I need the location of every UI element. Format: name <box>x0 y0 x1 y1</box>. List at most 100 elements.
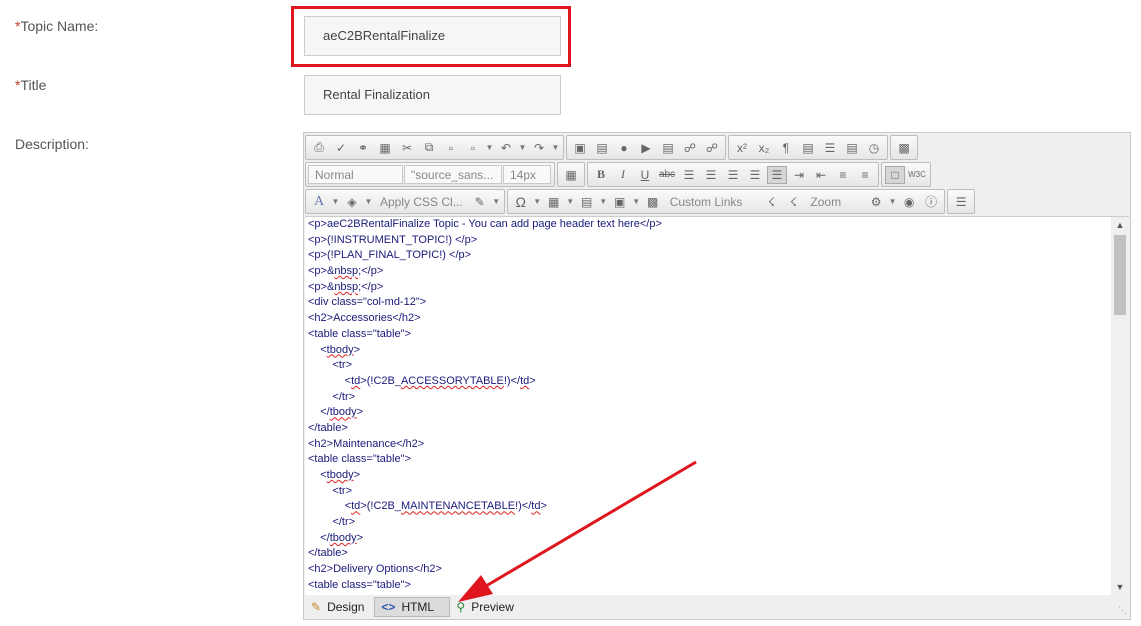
paste-dropdown-icon[interactable]: ▼ <box>485 139 494 157</box>
tab-preview[interactable]: ⚲ Preview <box>450 597 523 617</box>
insert-list-dropdown-icon[interactable]: ▼ <box>599 193 608 211</box>
html-code-area[interactable]: <p>aeC2BRentalFinalize Topic - You can a… <box>305 216 1111 595</box>
about-icon[interactable]: ⓘ <box>921 193 941 211</box>
outdent-icon[interactable]: ⇤ <box>811 166 831 184</box>
redo-dropdown-icon[interactable]: ▼ <box>551 139 560 157</box>
editor-mode-tabs: ✎ Design <> HTML ⚲ Preview <box>305 596 1129 618</box>
scroll-down-icon[interactable]: ▼ <box>1111 579 1129 595</box>
resize-grip-icon[interactable]: ⋱ <box>1118 605 1127 616</box>
image-map-icon[interactable]: ▤ <box>592 139 612 157</box>
document-icon[interactable]: ▤ <box>658 139 678 157</box>
toolbar-row-1: ⎙ ✓ ⚭ ▦ ✂ ⧉ ▫ ▫ ▼ ↶ ▼ ↷ ▼ ▣ ▤ ● ▶ ▤ ☍ ☍ … <box>305 135 920 160</box>
toolbar-group-style: B I U abc ☰ ☰ ☰ ☰ ☰ ⇥ ⇤ ≡ ≡ <box>587 162 879 187</box>
media-icon[interactable]: ▶ <box>636 139 656 157</box>
custom-links-select[interactable]: Custom Links <box>664 195 761 209</box>
subscript-icon[interactable]: x₂ <box>754 139 774 157</box>
redo-icon[interactable]: ↷ <box>529 139 549 157</box>
insert-snippet-dropdown-icon[interactable]: ▼ <box>632 193 641 211</box>
spell-options-icon[interactable]: ◉ <box>899 193 919 211</box>
module-manager-dropdown-icon[interactable]: ▼ <box>888 193 897 211</box>
w3c-validator-icon[interactable]: W3C <box>907 166 927 184</box>
bold-icon[interactable]: B <box>591 166 611 184</box>
unlink-icon[interactable]: ☍ <box>702 139 722 157</box>
code-line: </tr> <box>308 516 356 529</box>
bullet-list-icon[interactable]: ≡ <box>855 166 875 184</box>
toggle-border-icon[interactable]: □ <box>885 165 905 184</box>
cut-icon[interactable]: ✂ <box>397 139 417 157</box>
undo-icon[interactable]: ↶ <box>496 139 516 157</box>
horizontal-rule-icon[interactable]: ☰ <box>820 139 840 157</box>
background-color-icon[interactable]: ◈ <box>342 193 362 211</box>
format-stripper-icon[interactable]: ▩ <box>894 139 914 157</box>
font-color-icon[interactable]: A <box>309 193 329 211</box>
toolbar-group-database: ☰ <box>947 189 976 214</box>
scroll-up-icon[interactable]: ▲ <box>1111 217 1129 233</box>
highlight-box <box>291 6 571 67</box>
superscript-icon[interactable]: x² <box>732 139 752 157</box>
align-none-icon[interactable]: ☰ <box>767 165 787 184</box>
flash-icon[interactable]: ● <box>614 139 634 157</box>
font-family-select[interactable]: "source_sans... <box>404 165 502 184</box>
numbered-list-icon[interactable]: ≡ <box>833 166 853 184</box>
strikethrough-icon[interactable]: abc <box>657 166 677 184</box>
copy-icon[interactable]: ⧉ <box>419 139 439 157</box>
font-size-select[interactable]: 14px <box>503 165 551 184</box>
vertical-scrollbar[interactable]: ▲ ▼ <box>1111 216 1129 595</box>
underline-icon[interactable]: U <box>635 166 655 184</box>
align-left-icon[interactable]: ☰ <box>679 166 699 184</box>
font-color-dropdown-icon[interactable]: ▼ <box>331 193 340 211</box>
code-line: <table class="table"> <box>308 327 411 340</box>
apply-css-class-select[interactable]: Apply CSS Cl... <box>374 195 469 209</box>
convert-lower-icon[interactable]: ☇ <box>761 193 781 211</box>
toolbar-group-media: ▣ ▤ ● ▶ ▤ ☍ ☍ <box>566 135 726 160</box>
insert-snippet-icon[interactable]: ▣ <box>610 193 630 211</box>
select-all-icon[interactable]: ▦ <box>375 139 395 157</box>
format-painter-icon[interactable]: ✎ <box>470 193 490 211</box>
justify-icon[interactable]: ☰ <box>745 166 765 184</box>
code-line: </table> <box>308 547 348 560</box>
tab-html-label: HTML <box>401 600 435 614</box>
print-icon[interactable]: ⎙ <box>309 139 329 157</box>
database-icon[interactable]: ☰ <box>951 193 971 211</box>
insert-table-dropdown-icon[interactable]: ▼ <box>566 193 575 211</box>
paragraph-format-select[interactable]: Normal <box>308 165 403 184</box>
magnifier-icon: ⚲ <box>456 600 466 614</box>
insert-table-icon[interactable]: ▦ <box>544 193 564 211</box>
paste-icon[interactable]: ▫ <box>441 139 461 157</box>
module-manager-icon[interactable]: ⚙ <box>866 193 886 211</box>
background-color-dropdown-icon[interactable]: ▼ <box>364 193 373 211</box>
image-icon[interactable]: ▣ <box>570 139 590 157</box>
paragraph-icon[interactable]: ¶ <box>776 139 796 157</box>
spellcheck-icon[interactable]: ✓ <box>331 139 351 157</box>
convert-upper-icon[interactable]: ☇ <box>783 193 803 211</box>
tab-preview-label: Preview <box>471 600 514 614</box>
code-line: <h2>Accessories</h2> <box>308 312 421 325</box>
toolbar-row-3: A ▼ ◈ ▼ Apply CSS Cl... ✎ ▼ Ω ▼ ▦ ▼ ▤ ▼ … <box>305 189 977 214</box>
title-input[interactable]: Rental Finalization <box>304 75 561 115</box>
format-painter-dropdown-icon[interactable]: ▼ <box>492 193 501 211</box>
undo-dropdown-icon[interactable]: ▼ <box>518 139 527 157</box>
find-icon[interactable]: ⚭ <box>353 139 373 157</box>
symbol-icon[interactable]: Ω <box>511 193 531 211</box>
template-icon[interactable]: ▤ <box>798 139 818 157</box>
form-element-icon[interactable]: ▤ <box>842 139 862 157</box>
code-line: <tr> <box>308 359 353 372</box>
symbol-dropdown-icon[interactable]: ▼ <box>533 193 542 211</box>
table-wizard-icon[interactable]: ▦ <box>561 166 581 184</box>
scrollbar-thumb[interactable] <box>1114 235 1126 315</box>
indent-icon[interactable]: ⇥ <box>789 166 809 184</box>
image-manager-icon[interactable]: ▩ <box>643 193 663 211</box>
tab-design[interactable]: ✎ Design <box>305 597 374 617</box>
paste-options-icon[interactable]: ▫ <box>463 139 483 157</box>
tab-html[interactable]: <> HTML <box>374 597 451 617</box>
insert-list-icon[interactable]: ▤ <box>577 193 597 211</box>
code-line: </table> <box>308 421 348 434</box>
link-icon[interactable]: ☍ <box>680 139 700 157</box>
zoom-select[interactable]: Zoom <box>804 195 865 209</box>
title-label: *Title <box>15 77 47 93</box>
date-time-icon[interactable]: ◷ <box>864 139 884 157</box>
align-center-icon[interactable]: ☰ <box>701 166 721 184</box>
italic-icon[interactable]: I <box>613 166 633 184</box>
code-line: <tbody> <box>308 343 361 356</box>
align-right-icon[interactable]: ☰ <box>723 166 743 184</box>
